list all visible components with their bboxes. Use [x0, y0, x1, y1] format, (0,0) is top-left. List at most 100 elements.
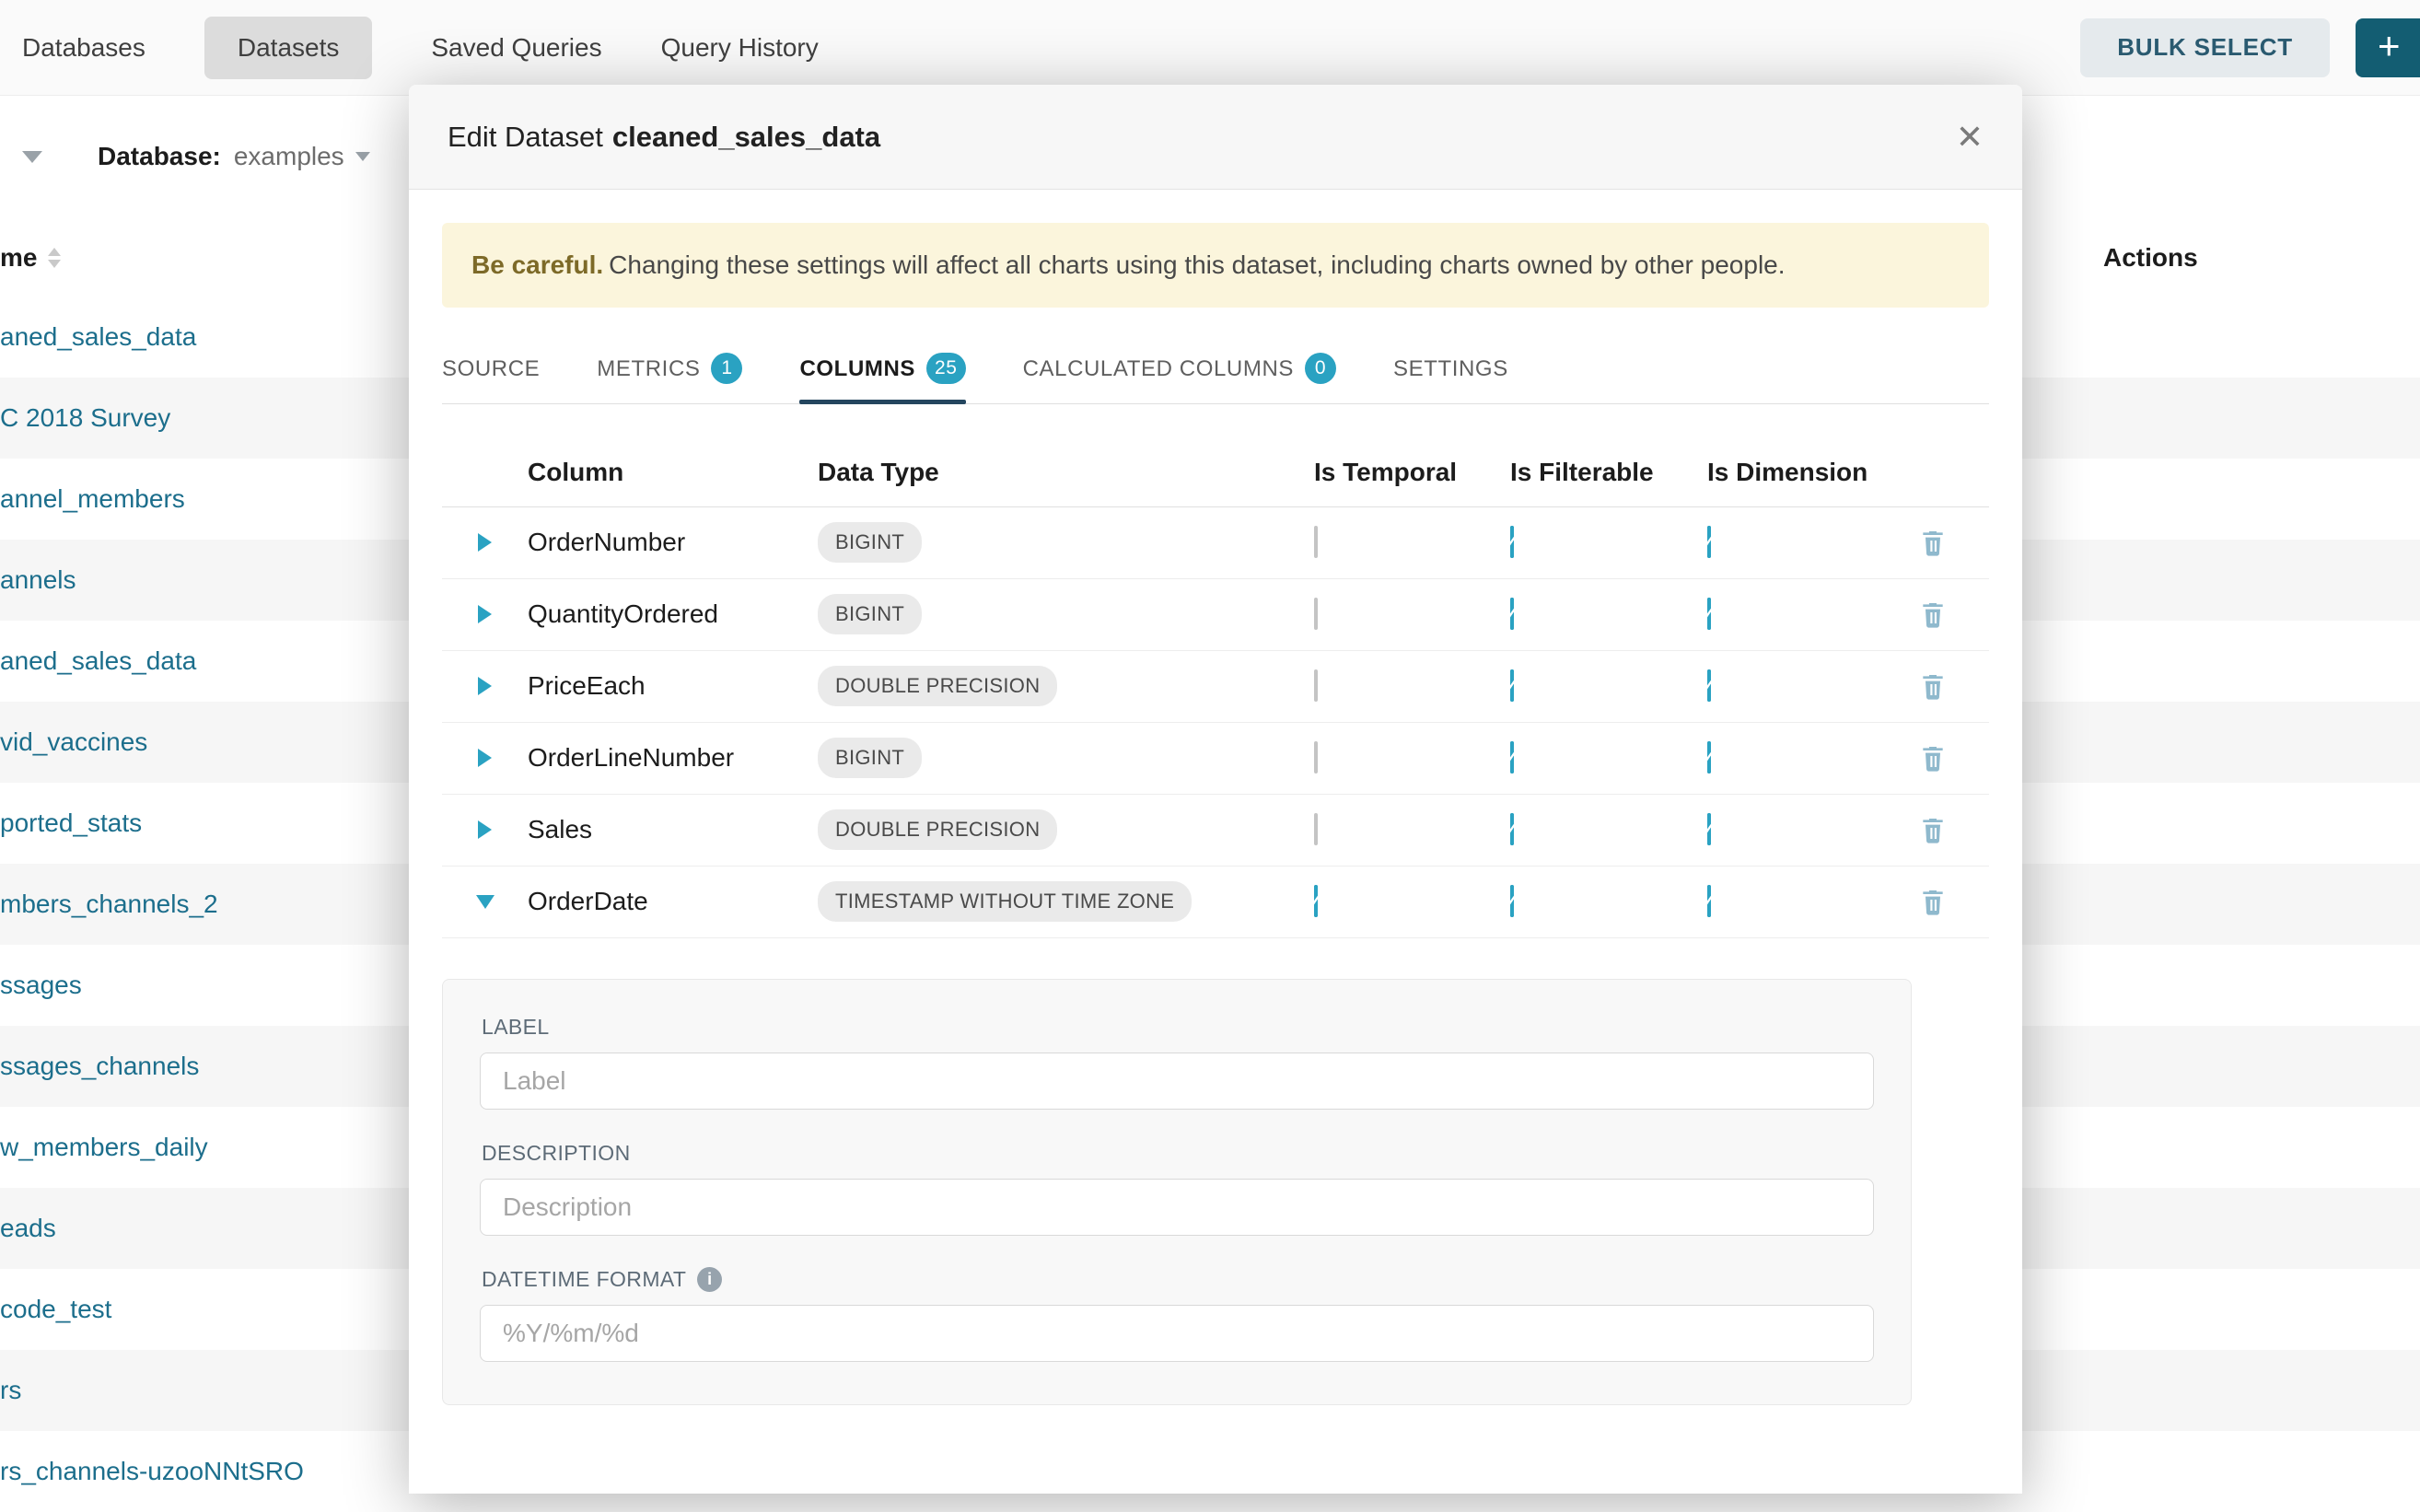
topnav-item-query-history[interactable]: Query History — [661, 17, 819, 79]
column-header: Column — [528, 458, 818, 487]
expand-caret-icon[interactable] — [478, 677, 492, 695]
is-dimension-checkbox[interactable] — [1707, 669, 1711, 702]
delete-column-icon[interactable] — [1918, 743, 1948, 773]
dataset-link[interactable]: aned_sales_data — [0, 646, 196, 676]
topnav-item-databases[interactable]: Databases — [22, 17, 145, 79]
is-dimension-checkbox-cell — [1707, 887, 1929, 916]
is-dimension-checkbox[interactable] — [1707, 813, 1711, 845]
is-dimension-checkbox[interactable] — [1707, 526, 1711, 558]
is-filterable-checkbox[interactable] — [1510, 813, 1514, 845]
topnav-right: BULK SELECT + — [2080, 18, 2420, 77]
dataset-link[interactable]: mbers_channels_2 — [0, 890, 218, 919]
edit-dataset-modal: Edit Dataset cleaned_sales_data ✕ Be care… — [409, 85, 2022, 1494]
is-filterable-checkbox-cell — [1510, 671, 1707, 701]
is-temporal-checkbox[interactable] — [1314, 669, 1318, 702]
is-temporal-checkbox[interactable] — [1314, 526, 1318, 558]
is-dimension-checkbox[interactable] — [1707, 885, 1711, 917]
modal-title-dataset-name: cleaned_sales_data — [612, 121, 880, 153]
delete-column-icon[interactable] — [1918, 887, 1948, 916]
dataset-link[interactable]: annels — [0, 565, 76, 595]
collapse-caret-icon[interactable] — [476, 895, 494, 909]
data-type-cell: BIGINT — [818, 522, 1314, 563]
dataset-link[interactable]: rs_channels-uzooNNtSRO — [0, 1457, 304, 1486]
delete-column-icon[interactable] — [1918, 815, 1948, 844]
dataset-link[interactable]: eads — [0, 1214, 56, 1243]
delete-column-icon[interactable] — [1918, 528, 1948, 557]
is-dimension-checkbox[interactable] — [1707, 598, 1711, 630]
tab-metrics[interactable]: METRICS1 — [597, 331, 742, 403]
database-filter-label: Database: — [98, 142, 221, 171]
is-temporal-checkbox[interactable] — [1314, 598, 1318, 630]
column-row: PriceEachDOUBLE PRECISION — [442, 651, 1989, 723]
is-temporal-checkbox-cell — [1314, 528, 1510, 557]
data-type-header: Data Type — [818, 458, 1314, 487]
datetime-format-input[interactable] — [480, 1305, 1874, 1362]
name-column-header[interactable]: me — [0, 243, 61, 273]
delete-cell — [1929, 743, 1989, 773]
dataset-link[interactable]: annel_members — [0, 484, 185, 514]
is-filterable-checkbox[interactable] — [1510, 885, 1514, 917]
sort-icon[interactable] — [48, 248, 61, 268]
tab-count-badge: 1 — [711, 353, 742, 384]
is-filterable-checkbox[interactable] — [1510, 598, 1514, 630]
data-type-cell: DOUBLE PRECISION — [818, 666, 1314, 706]
is-filterable-checkbox[interactable] — [1510, 669, 1514, 702]
close-icon[interactable]: ✕ — [1956, 121, 1984, 154]
data-type-cell: DOUBLE PRECISION — [818, 809, 1314, 850]
top-navigation-bar: Databases Datasets Saved Queries Query Hist… — [0, 0, 2420, 96]
is-dimension-checkbox[interactable] — [1707, 741, 1711, 773]
is-temporal-checkbox[interactable] — [1314, 885, 1318, 917]
topnav-item-saved-queries[interactable]: Saved Queries — [431, 17, 601, 79]
expand-caret-icon[interactable] — [478, 605, 492, 623]
columns-table-body: OrderNumberBIGINTQuantityOrderedBIGINTPr… — [442, 507, 1989, 938]
datetime-format-label-text: DATETIME FORMAT — [482, 1267, 686, 1292]
label-input[interactable] — [480, 1053, 1874, 1110]
dataset-link[interactable]: code_test — [0, 1295, 111, 1324]
dataset-link[interactable]: aned_sales_data — [0, 322, 196, 352]
warning-lead: Be careful. — [471, 250, 603, 279]
tab-label: COLUMNS — [799, 356, 915, 382]
info-icon: i — [697, 1267, 722, 1292]
filter-caret-icon[interactable] — [22, 151, 42, 163]
dataset-link[interactable]: vid_vaccines — [0, 727, 147, 757]
warning-banner: Be careful.Changing these settings will … — [442, 223, 1989, 308]
expand-caret-icon[interactable] — [478, 533, 492, 552]
dataset-link[interactable]: rs — [0, 1376, 21, 1405]
is-filterable-checkbox[interactable] — [1510, 526, 1514, 558]
data-type-pill: DOUBLE PRECISION — [818, 809, 1057, 850]
description-input[interactable] — [480, 1179, 1874, 1236]
data-type-pill: TIMESTAMP WITHOUT TIME ZONE — [818, 881, 1192, 922]
dataset-link[interactable]: ssages_channels — [0, 1052, 199, 1081]
dataset-link[interactable]: w_members_daily — [0, 1133, 208, 1162]
dataset-link[interactable]: C 2018 Survey — [0, 403, 170, 433]
is-temporal-checkbox-cell — [1314, 671, 1510, 701]
columns-table-header: Column Data Type Is Temporal Is Filterab… — [442, 439, 1989, 507]
is-filterable-checkbox[interactable] — [1510, 741, 1514, 773]
is-temporal-checkbox[interactable] — [1314, 741, 1318, 773]
add-dataset-button[interactable]: + — [2356, 18, 2420, 77]
tab-calculated-columns[interactable]: CALCULATED COLUMNS0 — [1023, 331, 1336, 403]
delete-cell — [1929, 528, 1989, 557]
topnav-item-datasets[interactable]: Datasets — [204, 17, 373, 79]
database-filter-dropdown[interactable]: examples — [234, 142, 370, 171]
tab-source[interactable]: SOURCE — [442, 331, 540, 403]
expand-caret-icon[interactable] — [478, 820, 492, 839]
expand-caret-icon[interactable] — [478, 749, 492, 767]
dataset-link[interactable]: ported_stats — [0, 808, 142, 838]
modal-title-prefix: Edit Dataset — [448, 121, 603, 153]
tab-settings[interactable]: SETTINGS — [1393, 331, 1508, 403]
data-type-pill: BIGINT — [818, 594, 922, 634]
delete-column-icon[interactable] — [1918, 671, 1948, 701]
column-row: OrderNumberBIGINT — [442, 507, 1989, 579]
delete-cell — [1929, 671, 1989, 701]
dataset-link[interactable]: ssages — [0, 971, 82, 1000]
topnav-items: Databases Datasets Saved Queries Query Hist… — [22, 17, 819, 79]
column-name: OrderDate — [528, 887, 818, 916]
is-filterable-checkbox-cell — [1510, 528, 1707, 557]
delete-column-icon[interactable] — [1918, 599, 1948, 629]
column-name: OrderLineNumber — [528, 743, 818, 773]
bulk-select-button[interactable]: BULK SELECT — [2080, 18, 2330, 77]
description-field-label: DESCRIPTION — [482, 1141, 1874, 1166]
tab-columns[interactable]: COLUMNS25 — [799, 331, 965, 403]
is-temporal-checkbox[interactable] — [1314, 813, 1318, 845]
